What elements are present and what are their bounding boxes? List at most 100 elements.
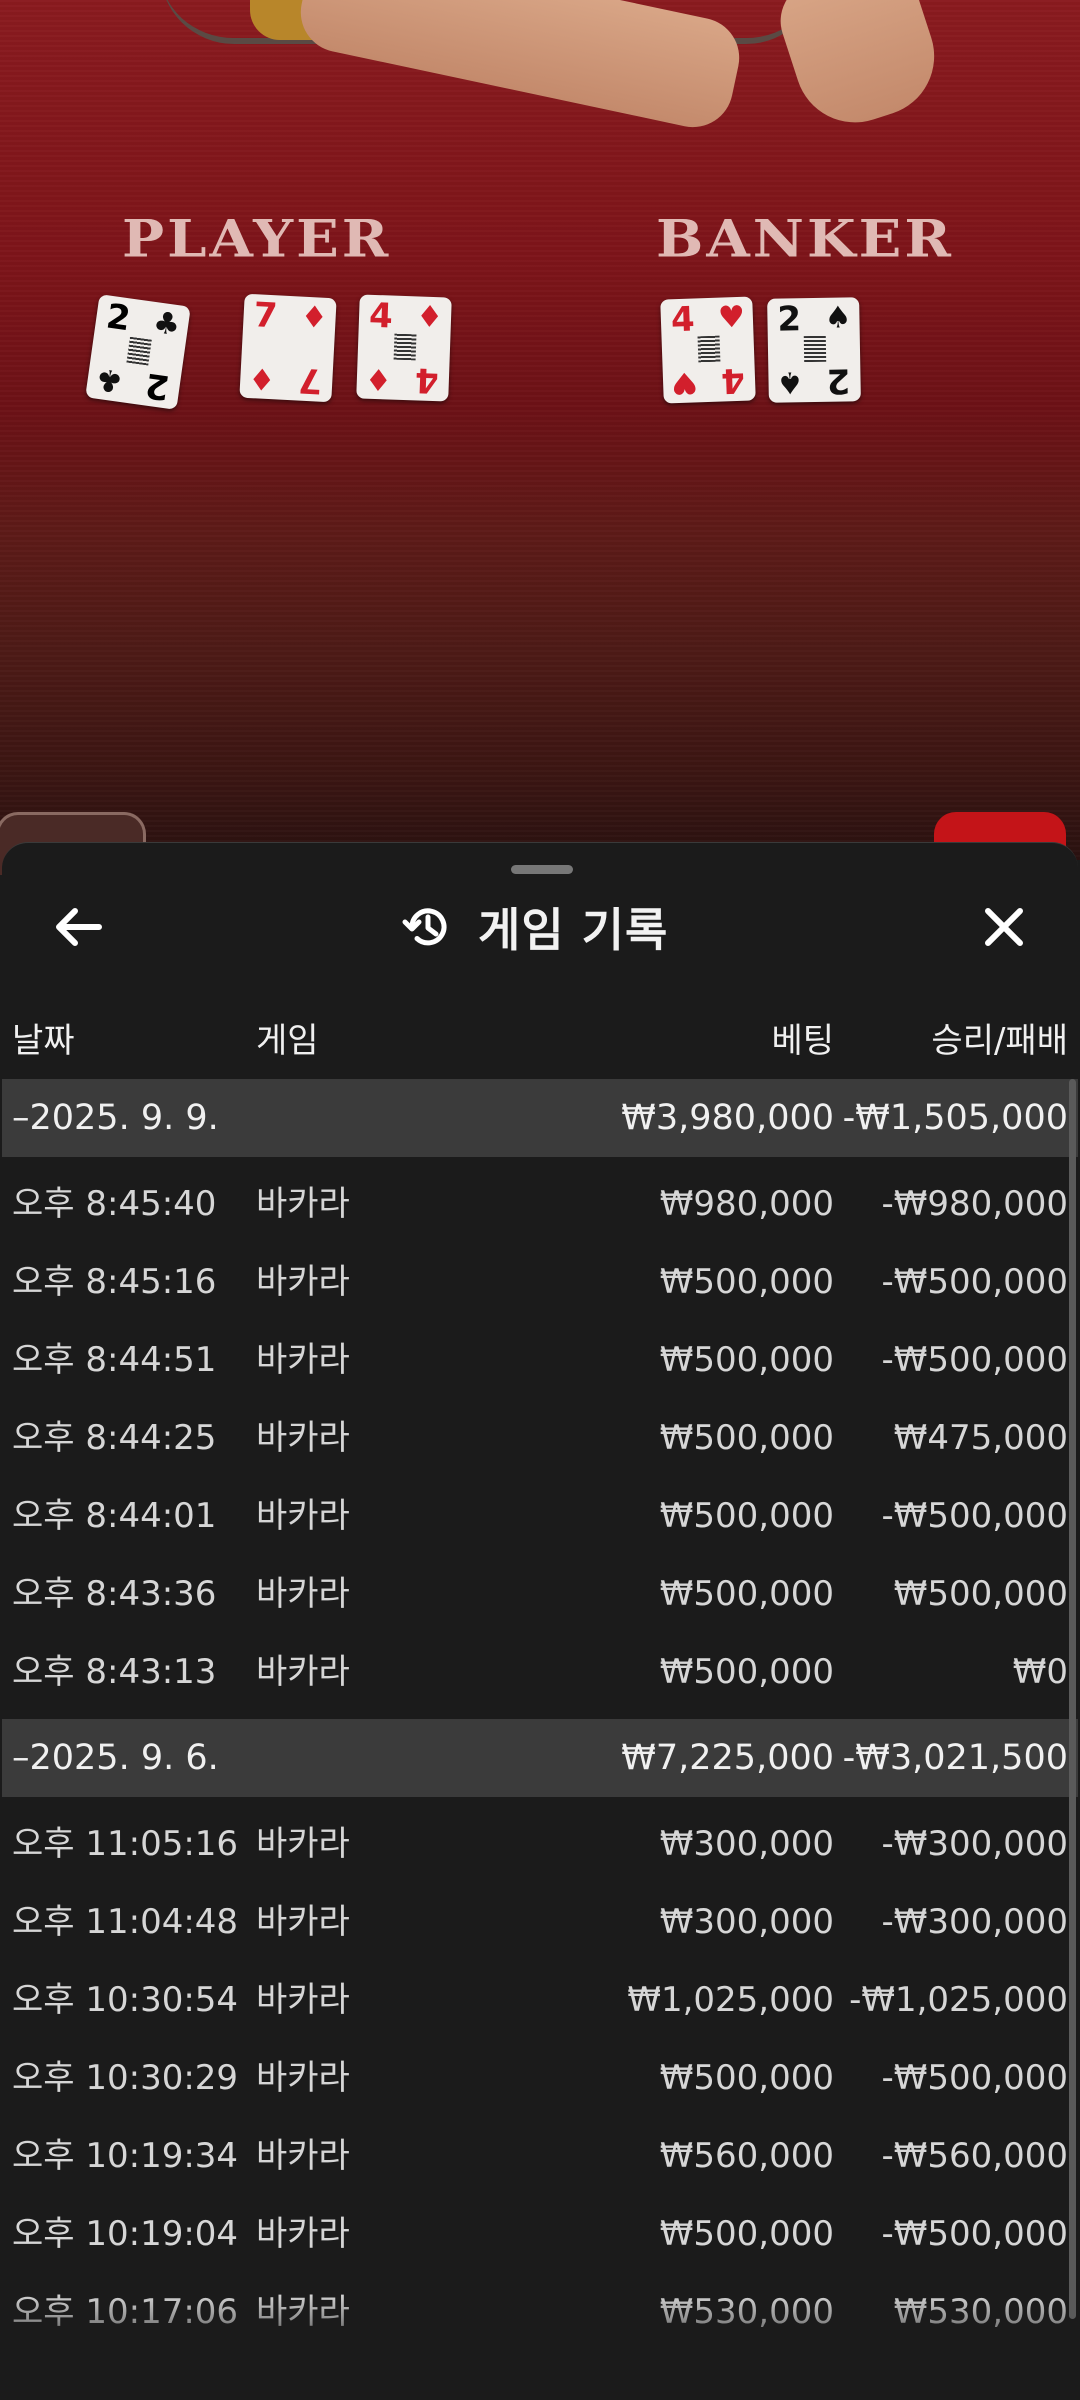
row-bet: ₩500,000 bbox=[659, 1496, 834, 1536]
row-win-loss: -₩500,000 bbox=[881, 2214, 1069, 2254]
row-time: 오후 8:44:25 bbox=[12, 1418, 217, 1458]
date-group-header[interactable]: –2025. 9. 6. ₩7,225,000 -₩3,021,500 bbox=[2, 1719, 1078, 1797]
row-game: 바카라 bbox=[256, 1652, 350, 1692]
row-win-loss: ₩530,000 bbox=[893, 2292, 1068, 2332]
row-game: 바카라 bbox=[256, 2292, 350, 2332]
card-rank: 7 bbox=[297, 359, 324, 401]
row-time: 오후 8:43:36 bbox=[12, 1574, 217, 1614]
card-rank: 2 bbox=[826, 360, 851, 401]
row-bet: ₩300,000 bbox=[659, 1902, 834, 1942]
row-time: 오후 11:04:48 bbox=[12, 1902, 239, 1942]
row-bet: ₩500,000 bbox=[659, 1262, 834, 1302]
row-game: 바카라 bbox=[256, 2058, 350, 2098]
group-date: –2025. 9. 9. bbox=[12, 1098, 219, 1138]
game-history-sheet: 게임 기록 날짜 게임 베팅 승리/패배 –2025. 9. 9. ₩3,980… bbox=[2, 842, 1078, 2400]
table-row[interactable]: 오후 11:05:16 바카라 ₩300,000 -₩300,000 bbox=[2, 1805, 1078, 1883]
heart-icon: ♥ bbox=[670, 364, 699, 401]
row-win-loss: -₩500,000 bbox=[881, 1340, 1069, 1380]
diamond-icon: ♦ bbox=[364, 360, 393, 397]
row-bet: ₩500,000 bbox=[659, 1574, 834, 1614]
history-icon bbox=[402, 908, 447, 946]
table-row[interactable]: 오후 10:17:06 바카라 ₩530,000 ₩530,000 bbox=[2, 2273, 1078, 2351]
table-row[interactable]: 오후 10:19:34 바카라 ₩560,000 -₩560,000 bbox=[2, 2117, 1078, 2195]
row-win-loss: -₩1,025,000 bbox=[849, 1980, 1068, 2020]
card-rank: 7 bbox=[252, 295, 279, 337]
row-game: 바카라 bbox=[256, 2136, 350, 2176]
club-icon: ♣ bbox=[150, 305, 183, 344]
table-row[interactable]: 오후 10:30:29 바카라 ₩500,000 -₩500,000 bbox=[2, 2039, 1078, 2117]
club-icon: ♣ bbox=[93, 360, 126, 399]
table-row[interactable]: 오후 8:43:36 바카라 ₩500,000 ₩500,000 bbox=[2, 1555, 1078, 1633]
column-header-win-loss: 승리/패배 bbox=[931, 1021, 1068, 1061]
row-bet: ₩500,000 bbox=[659, 1340, 834, 1380]
table-row[interactable]: 오후 8:44:25 바카라 ₩500,000 ₩475,000 bbox=[2, 1399, 1078, 1477]
card-rank: 4 bbox=[414, 359, 440, 401]
spade-icon: ♠ bbox=[776, 364, 804, 400]
row-time: 오후 10:30:54 bbox=[12, 1980, 239, 2020]
column-header-date: 날짜 bbox=[12, 1021, 75, 1061]
table-row[interactable]: 오후 11:04:48 바카라 ₩300,000 -₩300,000 bbox=[2, 1883, 1078, 1961]
group-total-bet: ₩3,980,000 bbox=[621, 1098, 834, 1138]
row-win-loss: -₩980,000 bbox=[881, 1184, 1069, 1224]
row-win-loss: -₩300,000 bbox=[881, 1824, 1069, 1864]
row-win-loss: -₩300,000 bbox=[881, 1902, 1069, 1942]
row-time: 오후 11:05:16 bbox=[12, 1824, 239, 1864]
row-game: 바카라 bbox=[256, 1184, 350, 1224]
sheet-header: 게임 기록 bbox=[402, 895, 668, 959]
diamond-icon: ♦ bbox=[415, 299, 444, 336]
group-total-win-loss: -₩1,505,000 bbox=[842, 1098, 1068, 1138]
row-game: 바카라 bbox=[256, 1824, 350, 1864]
card-rank: 4 bbox=[670, 299, 696, 341]
card-rank: 2 bbox=[103, 296, 133, 340]
card-rank: 2 bbox=[143, 364, 173, 408]
row-time: 오후 10:19:04 bbox=[12, 2214, 239, 2254]
history-table-header: 날짜 게임 베팅 승리/패배 bbox=[2, 1013, 1078, 1073]
row-game: 바카라 bbox=[256, 1574, 350, 1614]
history-list[interactable]: –2025. 9. 9. ₩3,980,000 -₩1,505,000 오후 8… bbox=[2, 1079, 1078, 2400]
close-button[interactable] bbox=[968, 891, 1040, 963]
row-time: 오후 8:43:13 bbox=[12, 1652, 217, 1692]
row-win-loss: -₩500,000 bbox=[881, 2058, 1069, 2098]
table-row[interactable]: 오후 8:44:01 바카라 ₩500,000 -₩500,000 bbox=[2, 1477, 1078, 1555]
column-header-game: 게임 bbox=[256, 1021, 319, 1061]
back-button[interactable] bbox=[42, 891, 114, 963]
column-header-bet: 베팅 bbox=[771, 1021, 834, 1061]
row-game: 바카라 bbox=[256, 1496, 350, 1536]
table-row[interactable]: 오후 8:45:40 바카라 ₩980,000 -₩980,000 bbox=[2, 1165, 1078, 1243]
player-label: PLAYER bbox=[122, 208, 392, 270]
date-group-header[interactable]: –2025. 9. 9. ₩3,980,000 -₩1,505,000 bbox=[2, 1079, 1078, 1157]
game-screen: PLAYER BANKER 2 ♣ 2 ♣ 7 ♦ 7 ♦ 4 ♦ 4 ♦ 4 … bbox=[0, 0, 1080, 2400]
table-row[interactable]: 오후 8:44:51 바카라 ₩500,000 -₩500,000 bbox=[2, 1321, 1078, 1399]
row-win-loss: ₩0 bbox=[1012, 1652, 1068, 1692]
row-bet: ₩560,000 bbox=[659, 2136, 834, 2176]
row-game: 바카라 bbox=[256, 1262, 350, 1302]
banker-label: BANKER bbox=[656, 208, 954, 270]
close-icon bbox=[985, 908, 1023, 946]
spade-icon: ♠ bbox=[824, 300, 852, 336]
row-game: 바카라 bbox=[256, 1980, 350, 2020]
diamond-icon: ♦ bbox=[247, 359, 277, 397]
row-time: 오후 8:45:40 bbox=[12, 1184, 217, 1224]
row-win-loss: -₩500,000 bbox=[881, 1496, 1069, 1536]
card-barcode bbox=[126, 336, 152, 366]
table-row[interactable]: 오후 8:43:13 바카라 ₩500,000 ₩0 bbox=[2, 1633, 1078, 1711]
row-time: 오후 10:17:06 bbox=[12, 2292, 239, 2332]
row-time: 오후 10:30:29 bbox=[12, 2058, 239, 2098]
sheet-drag-handle[interactable] bbox=[511, 865, 573, 874]
table-row[interactable]: 오후 8:45:16 바카라 ₩500,000 -₩500,000 bbox=[2, 1243, 1078, 1321]
table-row[interactable]: 오후 10:19:04 바카라 ₩500,000 -₩500,000 bbox=[2, 2195, 1078, 2273]
row-win-loss: ₩475,000 bbox=[893, 1418, 1068, 1458]
row-game: 바카라 bbox=[256, 2214, 350, 2254]
row-time: 오후 8:44:51 bbox=[12, 1340, 217, 1380]
row-time: 오후 10:19:34 bbox=[12, 2136, 239, 2176]
row-time: 오후 8:44:01 bbox=[12, 1496, 217, 1536]
card-rank: 4 bbox=[720, 359, 746, 401]
table-row[interactable]: 오후 10:30:54 바카라 ₩1,025,000 -₩1,025,000 bbox=[2, 1961, 1078, 2039]
arrow-left-icon bbox=[56, 908, 102, 946]
card-barcode bbox=[393, 333, 417, 361]
list-scrollbar[interactable] bbox=[1069, 1079, 1076, 2319]
row-game: 바카라 bbox=[256, 1418, 350, 1458]
card-barcode bbox=[803, 335, 827, 363]
row-bet: ₩530,000 bbox=[659, 2292, 834, 2332]
row-time: 오후 8:45:16 bbox=[12, 1262, 217, 1302]
